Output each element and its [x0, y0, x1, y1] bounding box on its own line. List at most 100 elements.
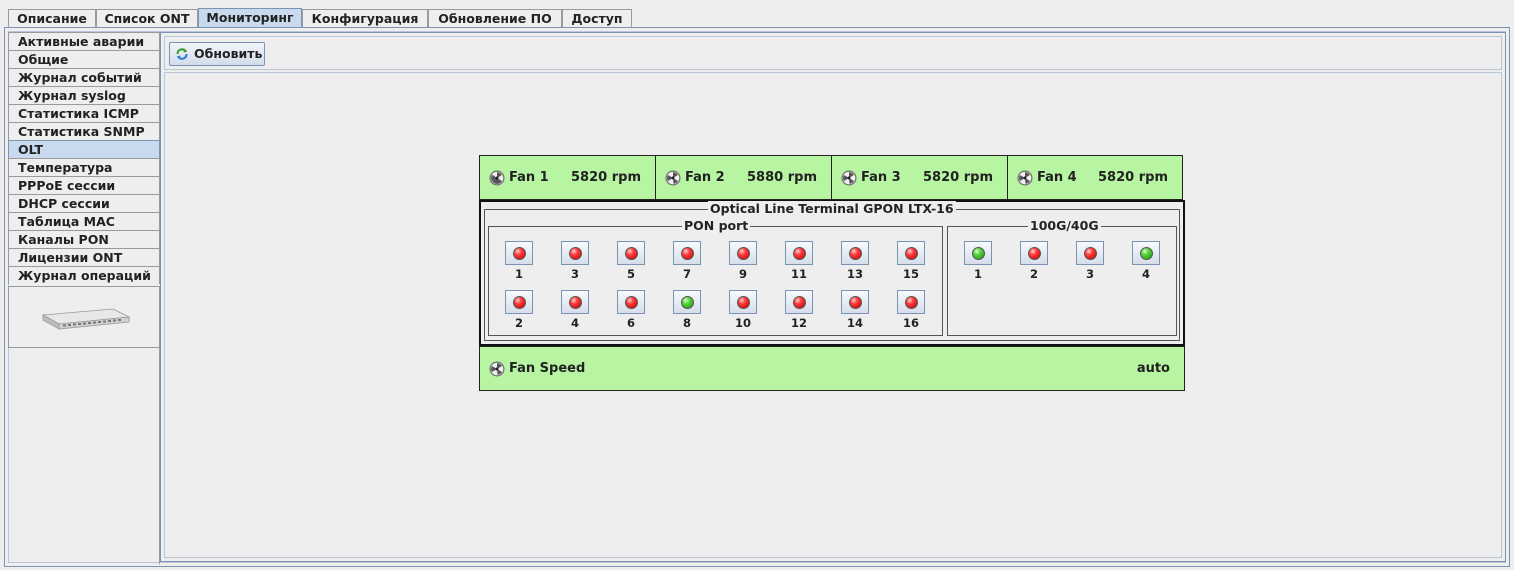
port-number: 3 — [1085, 267, 1094, 281]
pon-port-group: PON port 1 2 3 4 5 6 7 8 9 10 11 12 13 14 15 16 — [488, 218, 943, 336]
sidebar-item-icmp-stats[interactable]: Статистика ICMP — [8, 104, 160, 122]
port-status-led — [569, 247, 582, 260]
fan-name: Fan 1 — [509, 170, 549, 185]
port-status-led — [849, 247, 862, 260]
port[interactable]: 14 — [841, 290, 869, 330]
sidebar-item-temperature[interactable]: Температура — [8, 158, 160, 176]
port[interactable]: 15 — [897, 241, 925, 281]
sidebar-item-active-alarms[interactable]: Активные аварии — [8, 32, 160, 50]
port[interactable]: 3 — [1076, 241, 1104, 281]
tab-ont-list[interactable]: Список ONT — [96, 9, 198, 27]
port-status-led — [1084, 247, 1097, 260]
sidebar-item-pppoe-sessions[interactable]: PPPoE сессии — [8, 176, 160, 194]
port[interactable]: 1 — [964, 241, 992, 281]
tab-firmware-update[interactable]: Обновление ПО — [428, 9, 562, 27]
fan-rpm: 5880 rpm — [747, 170, 817, 185]
tab-access[interactable]: Доступ — [562, 9, 632, 27]
fan-name: Fan 4 — [1037, 170, 1077, 185]
port-number: 1 — [514, 267, 523, 281]
port[interactable]: 10 — [729, 290, 757, 330]
uplink-port-group: 100G/40G 1 2 3 4 — [947, 218, 1177, 336]
port-number: 4 — [1141, 267, 1150, 281]
olt-front-panel: Optical Line Terminal GPON LTX-16 PON po… — [479, 200, 1185, 346]
port-number: 16 — [902, 316, 919, 330]
port[interactable]: 6 — [617, 290, 645, 330]
fan-speed-value[interactable]: auto — [1137, 361, 1170, 376]
port-number: 6 — [626, 316, 635, 330]
port-number: 2 — [1029, 267, 1038, 281]
refresh-button[interactable]: Обновить — [169, 42, 265, 66]
refresh-icon — [176, 48, 188, 60]
port-status-led — [737, 296, 750, 309]
tab-monitoring[interactable]: Мониторинг — [198, 8, 302, 28]
port-socket — [897, 290, 925, 314]
port-socket — [1076, 241, 1104, 265]
port[interactable]: 4 — [561, 290, 589, 330]
sidebar-item-olt[interactable]: OLT — [8, 140, 160, 158]
refresh-button-label: Обновить — [194, 46, 263, 61]
port-status-led — [625, 247, 638, 260]
port-number: 5 — [626, 267, 635, 281]
port[interactable]: 4 — [1132, 241, 1160, 281]
port-number: 1 — [973, 267, 982, 281]
port[interactable]: 13 — [841, 241, 869, 281]
tab-configuration[interactable]: Конфигурация — [302, 9, 428, 27]
port-status-led — [972, 247, 985, 260]
port-number: 10 — [734, 316, 751, 330]
port-status-led — [793, 296, 806, 309]
port[interactable]: 11 — [785, 241, 813, 281]
sidebar-item-operations-log[interactable]: Журнал операций — [8, 266, 160, 284]
port-socket — [729, 241, 757, 265]
port-status-led — [513, 247, 526, 260]
fan-name: Fan 2 — [685, 170, 725, 185]
sidebar-item-general[interactable]: Общие — [8, 50, 160, 68]
fan-speed-panel: Fan Speed auto — [479, 346, 1185, 391]
port-number: 11 — [790, 267, 807, 281]
sidebar-item-pon-channels[interactable]: Каналы PON — [8, 230, 160, 248]
port[interactable]: 9 — [729, 241, 757, 281]
port[interactable]: 2 — [505, 290, 533, 330]
toolbar: Обновить — [164, 36, 1502, 70]
port[interactable]: 7 — [673, 241, 701, 281]
port-number: 12 — [790, 316, 807, 330]
sidebar-item-ont-licenses[interactable]: Лицензии ONT — [8, 248, 160, 266]
fan-3-panel: Fan 3 5820 rpm — [831, 155, 1008, 200]
port-socket — [841, 241, 869, 265]
port-status-led — [681, 247, 694, 260]
port[interactable]: 1 — [505, 241, 533, 281]
port[interactable]: 16 — [897, 290, 925, 330]
port-socket — [561, 241, 589, 265]
port[interactable]: 3 — [561, 241, 589, 281]
sidebar-item-snmp-stats[interactable]: Статистика SNMP — [8, 122, 160, 140]
olt-device-icon — [41, 308, 131, 330]
port-status-led — [513, 296, 526, 309]
fan-name: Fan 3 — [861, 170, 901, 185]
port-status-led — [681, 296, 694, 309]
port-socket — [1132, 241, 1160, 265]
olt-title: Optical Line Terminal GPON LTX-16 — [708, 201, 956, 216]
port-socket — [673, 290, 701, 314]
fan-icon — [489, 361, 505, 377]
port[interactable]: 12 — [785, 290, 813, 330]
port-status-led — [1028, 247, 1041, 260]
port-status-led — [569, 296, 582, 309]
port-socket — [785, 241, 813, 265]
sidebar-item-dhcp-sessions[interactable]: DHCP сессии — [8, 194, 160, 212]
port-status-led — [793, 247, 806, 260]
tab-description[interactable]: Описание — [8, 9, 96, 27]
sidebar-item-mac-table[interactable]: Таблица MAC — [8, 212, 160, 230]
port-socket — [841, 290, 869, 314]
fan-rpm: 5820 rpm — [923, 170, 993, 185]
sidebar-item-event-log[interactable]: Журнал событий — [8, 68, 160, 86]
port[interactable]: 2 — [1020, 241, 1048, 281]
fan-rpm: 5820 rpm — [571, 170, 641, 185]
port-status-led — [849, 296, 862, 309]
fan-4-panel: Fan 4 5820 rpm — [1007, 155, 1183, 200]
port-number: 13 — [846, 267, 863, 281]
sidebar-item-syslog[interactable]: Журнал syslog — [8, 86, 160, 104]
port[interactable]: 8 — [673, 290, 701, 330]
port-socket — [785, 290, 813, 314]
port-number: 7 — [682, 267, 691, 281]
port-socket — [964, 241, 992, 265]
port[interactable]: 5 — [617, 241, 645, 281]
